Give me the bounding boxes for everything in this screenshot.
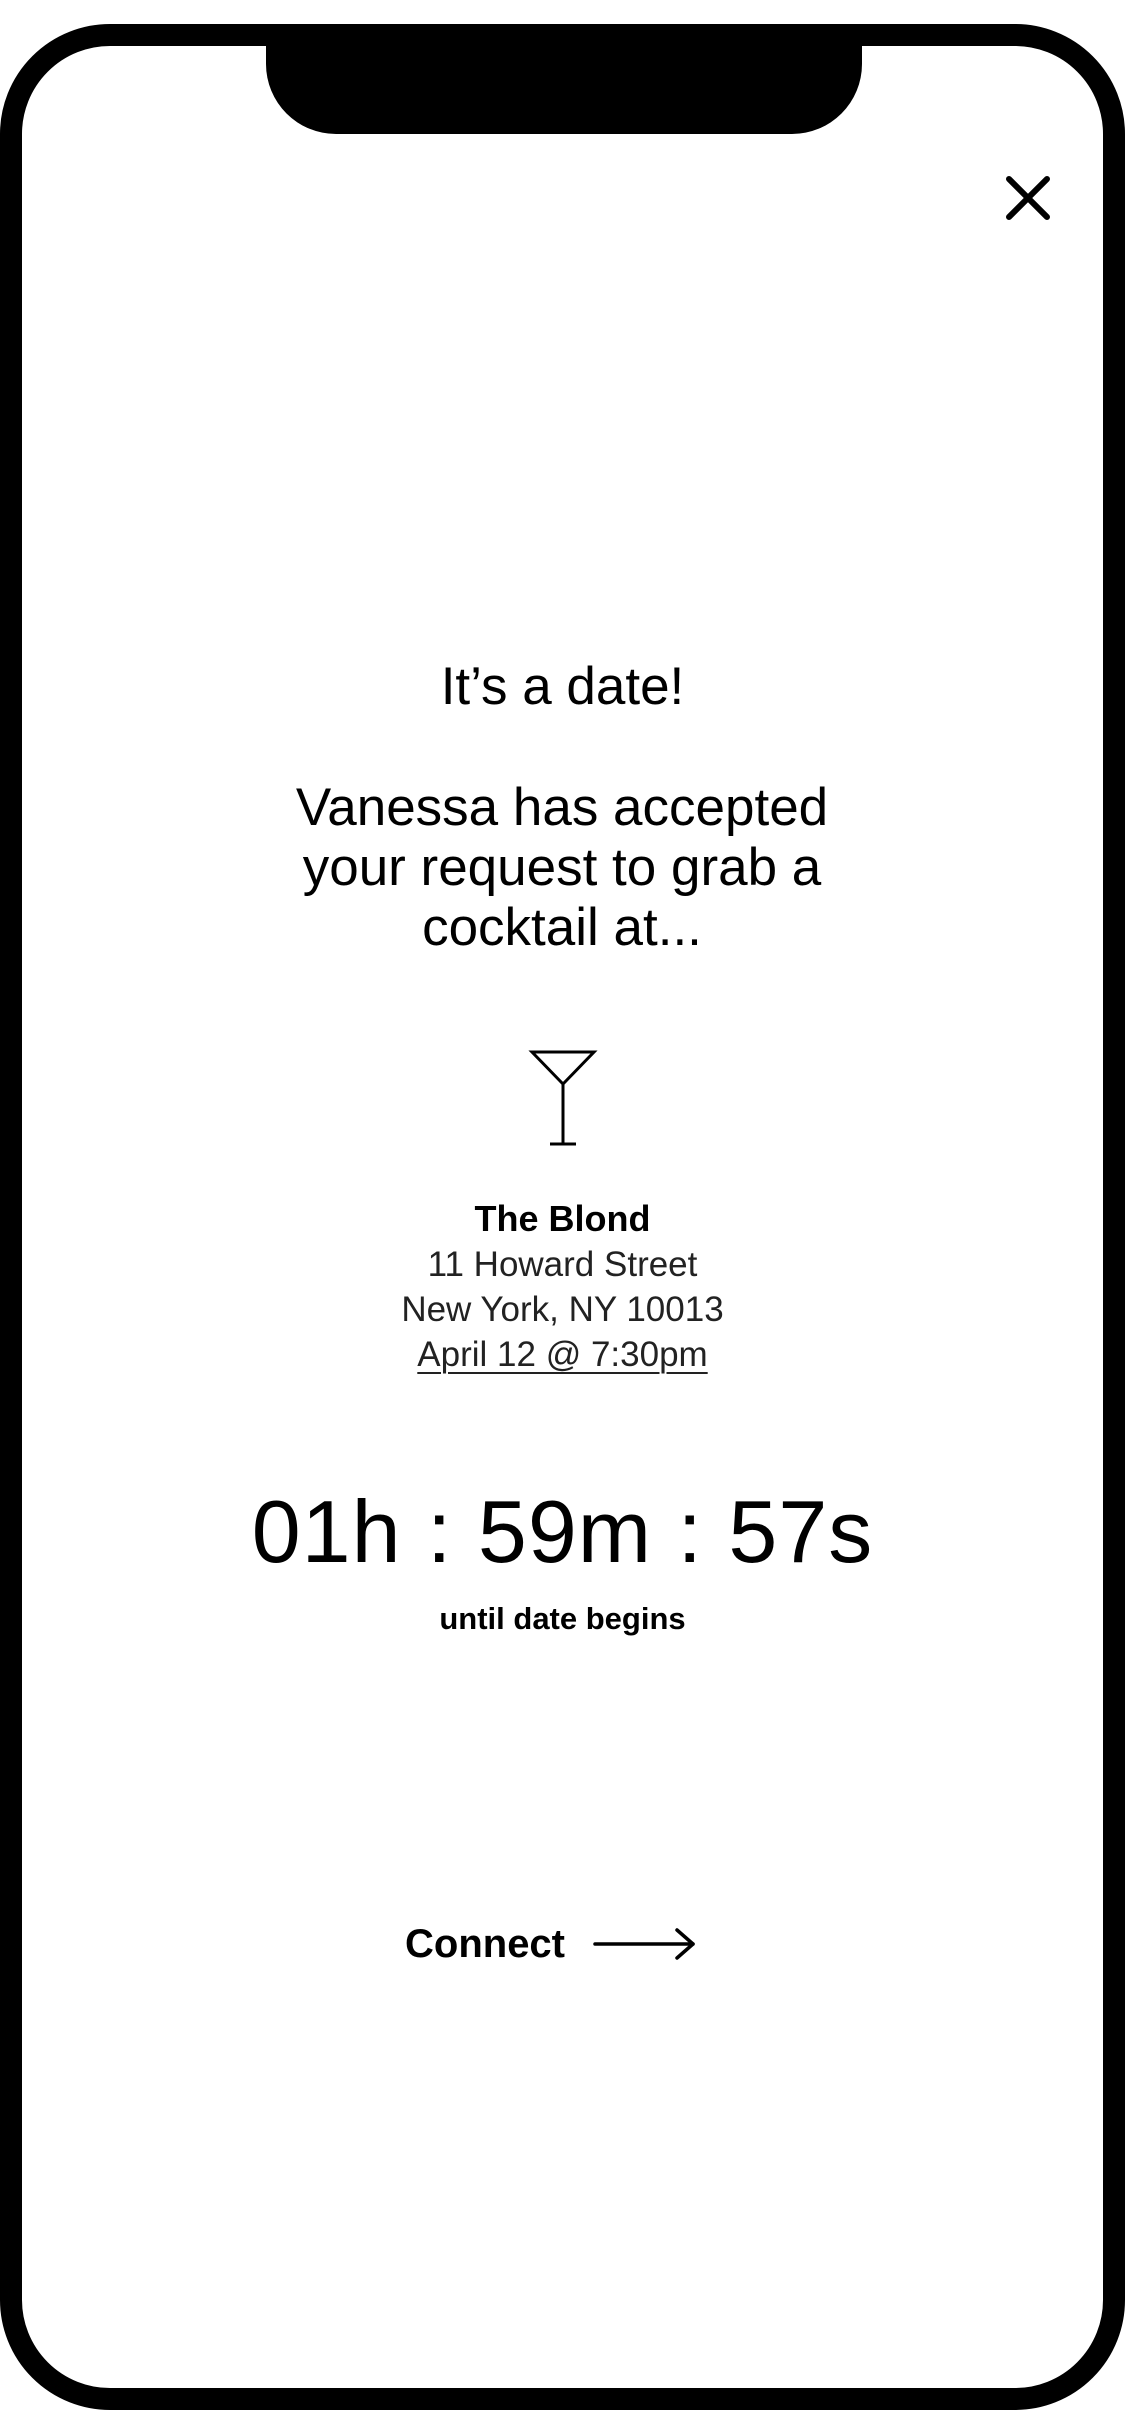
acceptance-message: Vanessa has accepted your request to gra… xyxy=(295,778,829,957)
venue-address-line1: 11 Howard Street xyxy=(427,1245,698,1284)
cocktail-glass-icon xyxy=(528,1050,598,1146)
date-time-container: April 12 @ 7:30pm xyxy=(0,1332,1125,1378)
connect-label: Connect xyxy=(405,1922,565,1966)
venue-address-line2: New York, NY 10013 xyxy=(401,1290,724,1329)
close-icon xyxy=(1006,176,1050,220)
date-time-link[interactable]: April 12 @ 7:30pm xyxy=(417,1335,707,1374)
connect-button[interactable]: Connect xyxy=(405,1912,725,1976)
device-notch xyxy=(266,24,862,134)
venue-name: The Blond xyxy=(474,1198,651,1239)
arrow-right-icon xyxy=(593,1928,695,1960)
countdown-timer: 01h : 59m : 57s xyxy=(251,1482,874,1581)
countdown-caption: until date begins xyxy=(439,1601,686,1636)
page-title: It’s a date! xyxy=(440,657,685,716)
close-button[interactable] xyxy=(990,160,1066,236)
